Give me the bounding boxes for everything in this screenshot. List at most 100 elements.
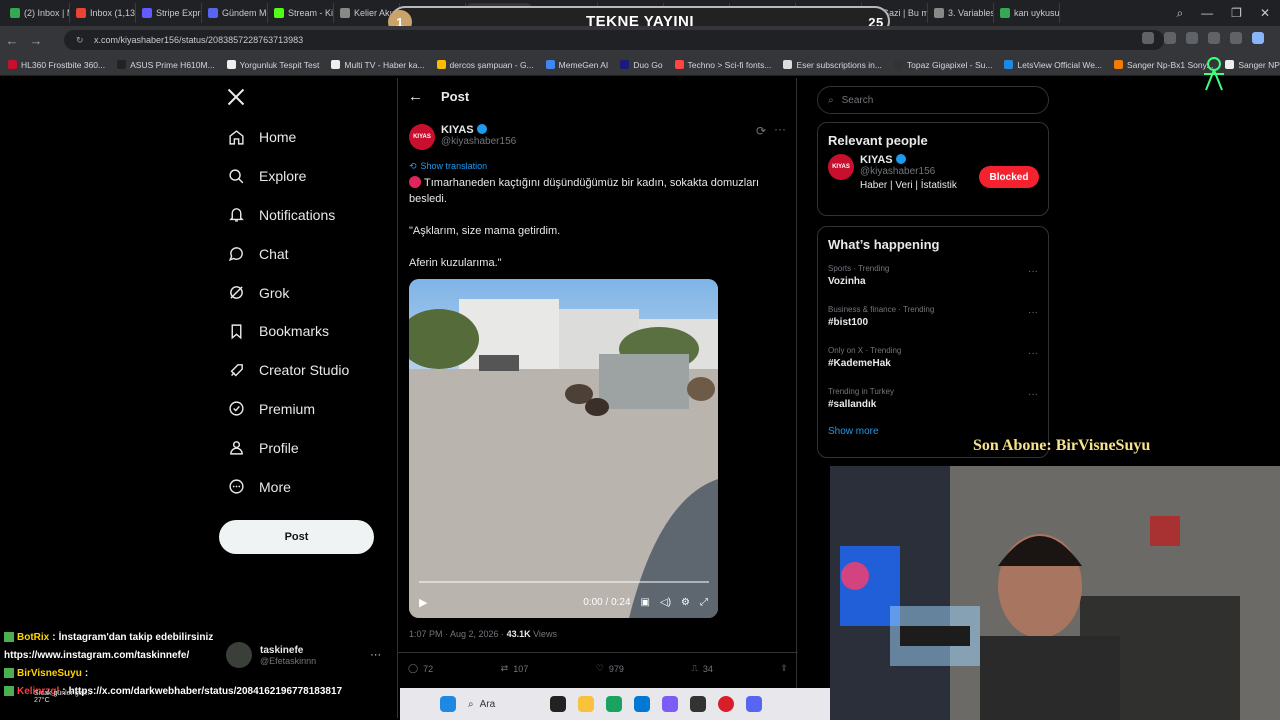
bookmark-item[interactable]: Yorgunluk Tespit Test	[226, 60, 319, 70]
weather-widget[interactable]: Sıcak günler geli... 27°C	[4, 690, 92, 704]
edge-icon[interactable]	[634, 696, 650, 712]
browser-tab[interactable]: Stripe Express	[136, 3, 202, 23]
camera-icon[interactable]	[1164, 32, 1176, 44]
extension-icon[interactable]	[1230, 32, 1242, 44]
nav-item-chat[interactable]: Chat	[218, 234, 396, 273]
app-icon[interactable]	[690, 696, 706, 712]
tab-label: Inbox (1,130)	[90, 8, 136, 18]
video-frame	[409, 279, 718, 618]
blocked-button[interactable]: Blocked	[979, 166, 1039, 188]
back-icon[interactable]: ←	[0, 33, 24, 48]
trend-more-icon[interactable]: ···	[1028, 307, 1038, 318]
discord-icon[interactable]	[746, 696, 762, 712]
shield-icon[interactable]	[1186, 32, 1198, 44]
nav-item-explore[interactable]: Explore	[218, 157, 396, 196]
person-bio: Haber | Veri | İstatistik	[860, 180, 957, 191]
more-options-icon[interactable]: ···	[774, 122, 786, 136]
bookmark-item[interactable]: HL360 Frostbite 360...	[8, 60, 105, 70]
browser-tab[interactable]: (2) Inbox | Ma	[4, 3, 70, 23]
close-window-icon[interactable]: ✕	[1260, 6, 1270, 20]
file-explorer-icon[interactable]	[578, 696, 594, 712]
bookmark-icon	[231, 324, 242, 340]
bookmark-item[interactable]: LetsView Official We...	[1004, 60, 1102, 70]
star-icon[interactable]	[1208, 32, 1220, 44]
opera-icon[interactable]	[718, 696, 734, 712]
share-icon[interactable]	[1142, 32, 1154, 44]
repost-button[interactable]: ⇄ 107	[501, 663, 529, 674]
copilot-icon[interactable]	[662, 696, 678, 712]
person-avatar[interactable]: KIYAS	[828, 154, 854, 180]
trend-item[interactable]: Sports · Trending Vozinha ···	[818, 258, 1048, 299]
windows-start-icon[interactable]	[440, 696, 456, 712]
nav-item-creator-studio[interactable]: Creator Studio	[218, 351, 396, 390]
share-button[interactable]: ⇪	[780, 663, 788, 674]
compose-post-button[interactable]: Post	[219, 520, 374, 554]
bookmark-item[interactable]: Multi TV - Haber ka...	[331, 60, 425, 70]
nav-item-premium[interactable]: Premium	[218, 390, 396, 429]
post-author[interactable]: KIYAS KIYAS @kiyashaber156	[409, 124, 516, 150]
nav-item-more[interactable]: More	[218, 467, 396, 506]
views-label: Views	[530, 629, 557, 639]
author-avatar[interactable]: KIYAS	[409, 124, 435, 150]
nav-item-notifications[interactable]: Notifications	[218, 196, 396, 235]
browser-tab[interactable]: Stream - Kick	[268, 3, 334, 23]
search-box[interactable]: ⌕ Search	[817, 86, 1049, 114]
url-field[interactable]: ↻ x.com/kiyashaber156/status/20838572287…	[64, 30, 1164, 50]
reply-button[interactable]: ◯ 72	[408, 663, 433, 674]
captions-icon[interactable]: ▣	[641, 597, 650, 608]
forward-icon[interactable]: →	[24, 33, 48, 48]
minimize-icon[interactable]: —	[1201, 6, 1213, 20]
settings-icon[interactable]: ⚙	[681, 597, 690, 608]
bookmark-item[interactable]: Topaz Gigapixel - Su...	[893, 60, 992, 70]
taskbar-search[interactable]: ⌕ Ara	[468, 699, 538, 710]
chat-badge-icon	[4, 632, 14, 642]
trend-item[interactable]: Trending in Turkey #sallandık ···	[818, 381, 1048, 422]
bookmark-item[interactable]: Techno > Sci-fi fonts...	[674, 60, 771, 70]
x-logo-icon[interactable]	[226, 87, 246, 107]
bookmark-item[interactable]: Sanger NP-BX1 Son...	[1225, 60, 1280, 70]
bookmark-item[interactable]: dercos şampuan - G...	[436, 60, 534, 70]
trend-more-icon[interactable]: ···	[1028, 348, 1038, 359]
search-tabs-icon[interactable]: ⌕	[1176, 6, 1183, 21]
bookmark-item[interactable]: Sanger Np-Bx1 Sony...	[1114, 60, 1213, 70]
bookmark-item[interactable]: ASUS Prime H610M...	[117, 60, 215, 70]
chrome-icon[interactable]	[606, 696, 622, 712]
browser-tab[interactable]: 3. Variables	[928, 3, 994, 23]
post-actions: ◯ 72 ⇄ 107 ♡ 979 ⎍ 34 ⇪	[408, 663, 788, 674]
fullscreen-icon[interactable]: ⤢	[700, 597, 708, 608]
person-name[interactable]: KIYAS	[860, 154, 893, 166]
browser-tab[interactable]: kan uykusu b	[994, 3, 1060, 23]
like-button[interactable]: ♡ 979	[596, 663, 624, 674]
trend-item[interactable]: Only on X · Trending #KademeHak ···	[818, 340, 1048, 381]
browser-tab[interactable]: Inbox (1,130)	[70, 3, 136, 23]
extension-icons	[1142, 32, 1264, 44]
trend-more-icon[interactable]: ···	[1028, 266, 1038, 277]
person-handle: @kiyashaber156	[860, 166, 936, 177]
profile-icon[interactable]	[1252, 32, 1264, 44]
trend-item[interactable]: Business & finance · Trending #bist100 ···	[818, 299, 1048, 340]
maximize-icon[interactable]: ❐	[1231, 6, 1242, 20]
show-translation-link[interactable]: ⟲ Show translation	[409, 161, 487, 172]
grok-explain-icon[interactable]: ⟳	[756, 124, 766, 138]
author-handle[interactable]: @kiyashaber156	[441, 136, 516, 147]
nav-item-bookmarks[interactable]: Bookmarks	[218, 312, 396, 351]
chat-username: BirVisneSuyu	[17, 667, 82, 679]
bookmark-button[interactable]: ⎍ 34	[692, 663, 713, 674]
bookmark-item[interactable]: MemeGen AI	[545, 60, 608, 70]
chat-text: https://x.com/darkwebhaber/status/208416…	[68, 685, 343, 697]
volume-icon[interactable]: ◁)	[660, 597, 671, 608]
back-arrow-icon[interactable]: ←	[408, 88, 423, 105]
timestamp-text[interactable]: 1:07 PM · Aug 2, 2026 ·	[409, 629, 507, 639]
nav-item-home[interactable]: Home	[218, 118, 396, 157]
browser-tab[interactable]: Gündem Motu	[202, 3, 268, 23]
post-video[interactable]: ▶ 0:00 / 0:24 ▣ ◁) ⚙ ⤢	[409, 279, 718, 618]
bookmark-item[interactable]: Duo Go	[620, 60, 663, 70]
nav-item-grok[interactable]: Grok	[218, 273, 396, 312]
play-icon[interactable]: ▶	[419, 596, 427, 609]
refresh-icon[interactable]: ↻	[76, 35, 84, 46]
nav-item-profile[interactable]: Profile	[218, 428, 396, 467]
bookmark-item[interactable]: Eser subscriptions in...	[783, 60, 882, 70]
author-name[interactable]: KIYAS	[441, 124, 474, 136]
task-view-icon[interactable]	[550, 696, 566, 712]
trend-more-icon[interactable]: ···	[1028, 389, 1038, 400]
